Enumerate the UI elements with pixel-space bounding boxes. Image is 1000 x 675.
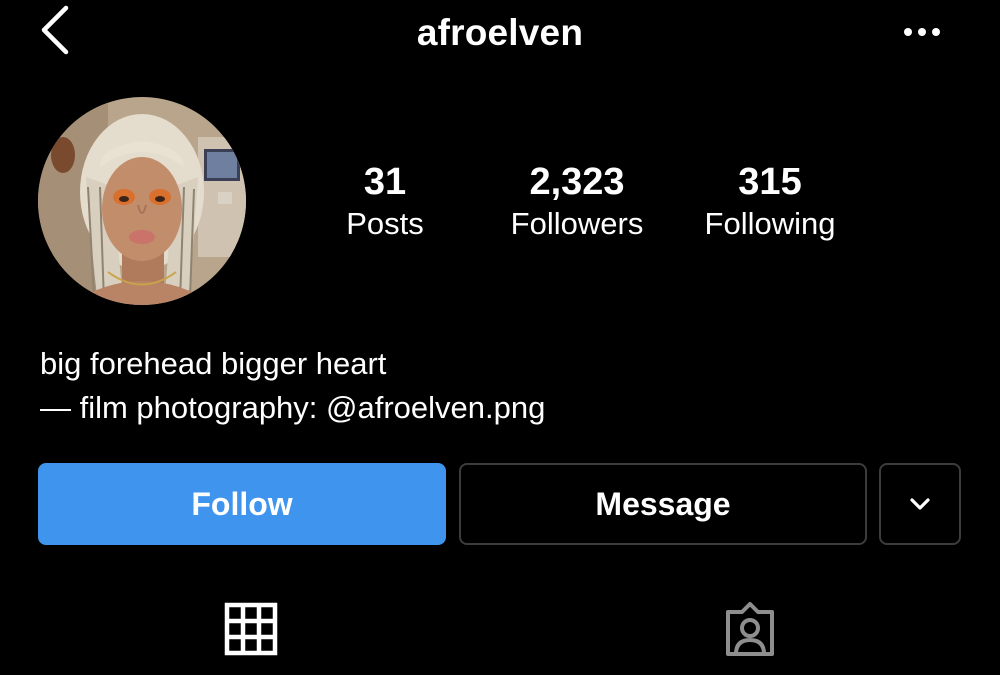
posts-label: Posts xyxy=(346,206,424,241)
following-count: 315 xyxy=(738,161,802,203)
back-button[interactable] xyxy=(36,4,80,56)
follow-button[interactable]: Follow xyxy=(38,463,446,545)
following-label: Following xyxy=(704,206,836,241)
tab-tagged[interactable] xyxy=(722,600,778,658)
tab-posts-grid[interactable] xyxy=(224,602,278,656)
profile-avatar[interactable] xyxy=(38,97,246,305)
message-button[interactable]: Message xyxy=(459,463,867,545)
follow-button-label: Follow xyxy=(191,485,293,522)
followers-count: 2,323 xyxy=(529,161,625,203)
tagged-person-icon xyxy=(726,602,774,656)
profile-bio: big forehead bigger heart — film photogr… xyxy=(40,342,545,430)
posts-count: 31 xyxy=(363,161,407,203)
chevron-down-icon xyxy=(910,498,930,510)
bio-line-2: — film photography: @afroelven.png xyxy=(40,390,546,425)
followers-stat[interactable]: 2,323 Followers xyxy=(492,160,662,244)
more-horizontal-icon xyxy=(904,28,940,36)
bio-line-1: big forehead bigger heart xyxy=(40,346,387,381)
more-options-button[interactable] xyxy=(898,14,948,50)
chevron-left-icon xyxy=(41,5,69,55)
message-button-label: Message xyxy=(595,485,731,522)
top-navigation-bar: afroelven xyxy=(0,0,1000,70)
posts-stat: 31 Posts xyxy=(320,160,450,244)
grid-icon xyxy=(224,602,278,656)
following-stat[interactable]: 315 Following xyxy=(690,160,850,244)
followers-label: Followers xyxy=(510,206,644,241)
suggested-accounts-dropdown-button[interactable] xyxy=(879,463,961,545)
profile-photo xyxy=(38,97,246,305)
profile-username: afroelven xyxy=(416,12,584,53)
